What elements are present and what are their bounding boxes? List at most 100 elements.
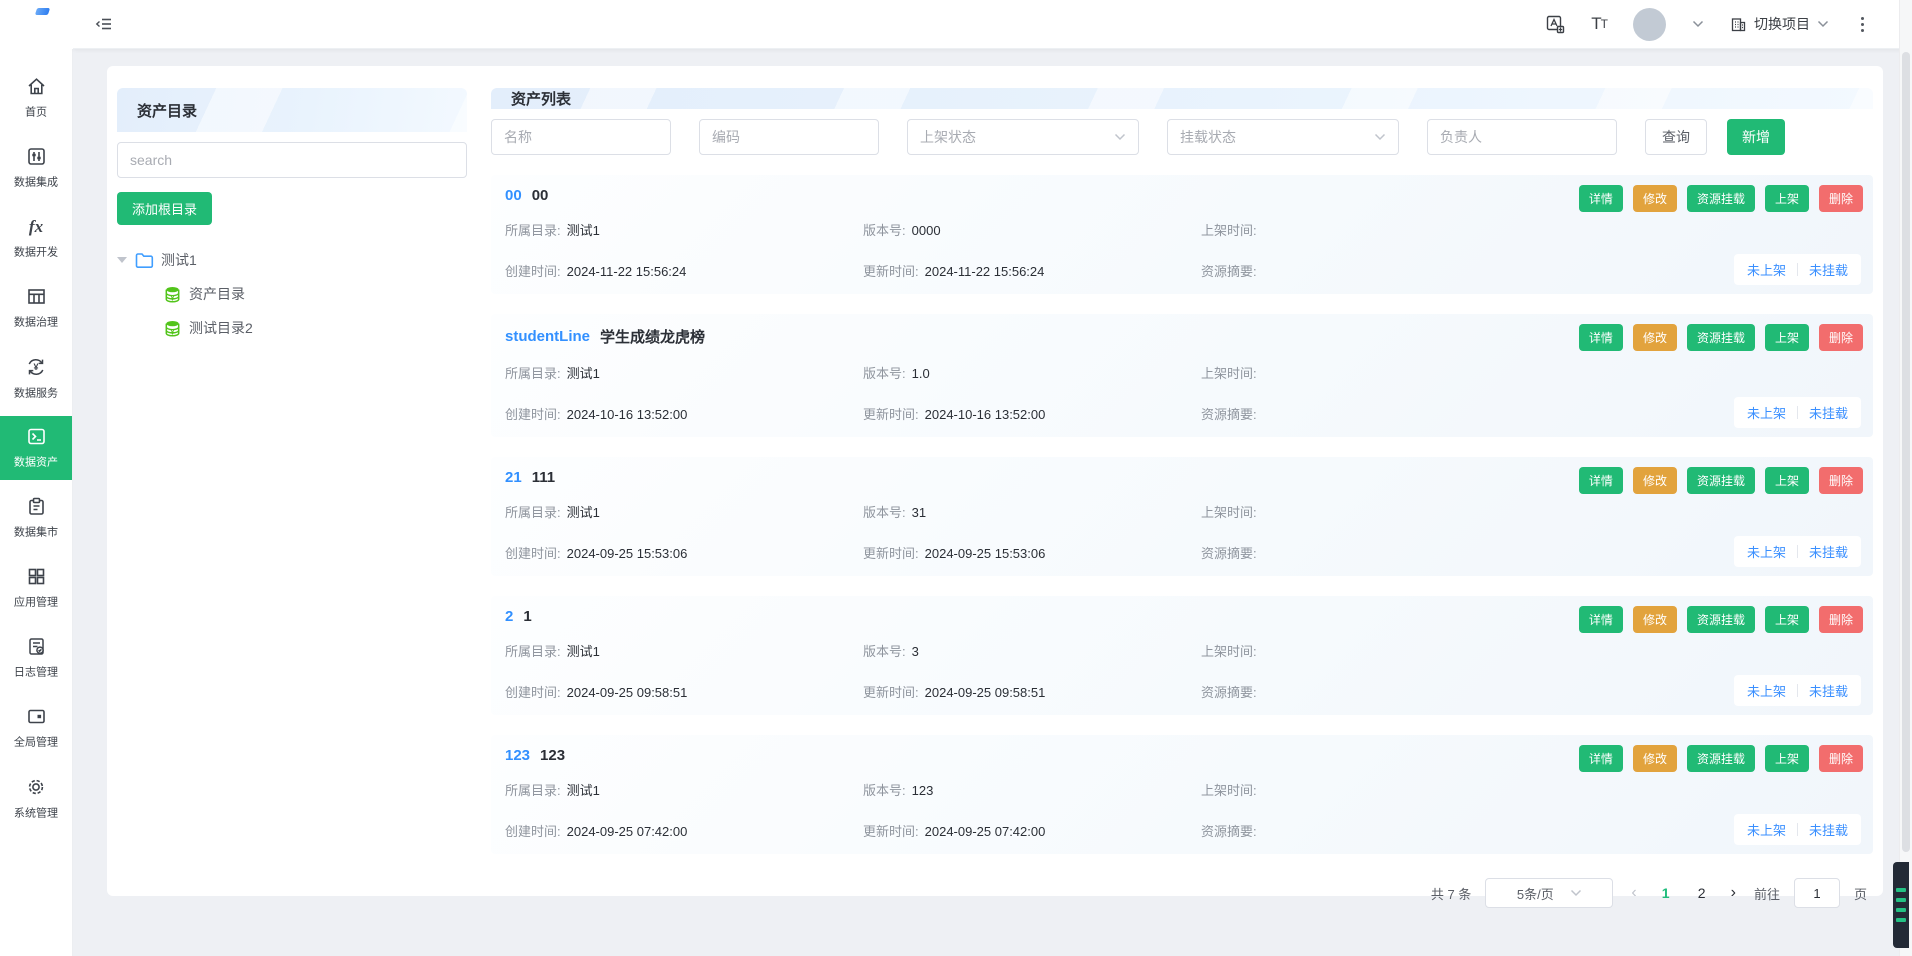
tree-node-child[interactable]: ¥ 资产目录 xyxy=(117,277,467,311)
shelf-button[interactable]: 上架 xyxy=(1765,745,1809,772)
add-root-catalog-button[interactable]: 添加根目录 xyxy=(117,192,212,225)
asset-list-item: 123 123 详情 修改 资源挂载 上架 删除 所属目 xyxy=(491,735,1873,854)
translate-icon[interactable] xyxy=(1546,15,1565,34)
filter-code-input[interactable] xyxy=(699,119,879,155)
tree-node-child[interactable]: ¥ 测试目录2 xyxy=(117,311,467,345)
next-page-icon[interactable]: › xyxy=(1727,884,1740,902)
delete-button[interactable]: 删除 xyxy=(1819,606,1863,633)
field-label: 创建时间: xyxy=(505,821,561,840)
field-label: 资源摘要: xyxy=(1201,821,1257,840)
scrollbar-thumb[interactable] xyxy=(1902,52,1910,852)
detail-button[interactable]: 详情 xyxy=(1579,185,1623,212)
shelf-button[interactable]: 上架 xyxy=(1765,467,1809,494)
sidebar-item-data-assets[interactable]: 数据资产 xyxy=(0,416,72,480)
not-shelved-link[interactable]: 未上架 xyxy=(1747,260,1786,279)
not-shelved-link[interactable]: 未上架 xyxy=(1747,542,1786,561)
not-mounted-link[interactable]: 未挂载 xyxy=(1809,260,1848,279)
shelf-button[interactable]: 上架 xyxy=(1765,185,1809,212)
page-size-select[interactable]: 5条/页 xyxy=(1485,878,1613,908)
asset-code-link[interactable]: studentLine xyxy=(505,328,590,345)
switch-project-label: 切换项目 xyxy=(1754,14,1810,34)
pill-divider xyxy=(1797,823,1798,836)
detail-button[interactable]: 详情 xyxy=(1579,467,1623,494)
resource-mount-button[interactable]: 资源挂载 xyxy=(1687,606,1755,633)
asset-code-link[interactable]: 123 xyxy=(505,747,530,764)
tree-expand-caret-icon[interactable] xyxy=(117,257,127,263)
detail-button[interactable]: 详情 xyxy=(1579,324,1623,351)
resource-mount-button[interactable]: 资源挂载 xyxy=(1687,745,1755,772)
add-asset-button[interactable]: 新增 xyxy=(1727,119,1785,155)
not-mounted-link[interactable]: 未挂载 xyxy=(1809,403,1848,422)
not-shelved-link[interactable]: 未上架 xyxy=(1747,681,1786,700)
catalog-search-input[interactable] xyxy=(117,142,467,178)
filter-name-input[interactable] xyxy=(491,119,671,155)
resource-mount-button[interactable]: 资源挂载 xyxy=(1687,324,1755,351)
sidebar-item-system-management[interactable]: 系统管理 xyxy=(0,763,72,833)
font-size-icon[interactable]: TT xyxy=(1591,14,1607,34)
switch-project-button[interactable]: 切换项目 xyxy=(1730,14,1829,34)
sidebar-item-home[interactable]: 首页 xyxy=(0,63,72,133)
edit-button[interactable]: 修改 xyxy=(1633,606,1677,633)
avatar[interactable] xyxy=(1633,8,1666,41)
asset-code-link[interactable]: 00 xyxy=(505,187,522,204)
more-menu-icon[interactable] xyxy=(1855,15,1870,34)
edit-button[interactable]: 修改 xyxy=(1633,467,1677,494)
detail-button[interactable]: 详情 xyxy=(1579,745,1623,772)
page-number-2[interactable]: 2 xyxy=(1691,885,1713,901)
field-label: 资源摘要: xyxy=(1201,404,1257,423)
page-number-1[interactable]: 1 xyxy=(1655,885,1677,901)
delete-button[interactable]: 删除 xyxy=(1819,467,1863,494)
sidebar-item-app-management[interactable]: 应用管理 xyxy=(0,553,72,623)
edit-button[interactable]: 修改 xyxy=(1633,324,1677,351)
filter-mount-status-select[interactable]: 挂载状态 xyxy=(1167,119,1399,155)
detail-button[interactable]: 详情 xyxy=(1579,606,1623,633)
floating-widget[interactable] xyxy=(1893,862,1909,948)
sidebar-item-data-service[interactable]: ¥ 数据服务 xyxy=(0,343,72,413)
tree-node-root[interactable]: 测试1 xyxy=(117,243,467,277)
sidebar-item-data-governance[interactable]: 数据治理 xyxy=(0,273,72,343)
shelf-button[interactable]: 上架 xyxy=(1765,324,1809,351)
not-shelved-link[interactable]: 未上架 xyxy=(1747,403,1786,422)
field-label: 创建时间: xyxy=(505,682,561,701)
sidebar-item-log-management[interactable]: 日志管理 xyxy=(0,623,72,693)
asset-actions: 详情 修改 资源挂载 上架 删除 xyxy=(1579,324,1863,351)
sidebar-item-data-mart[interactable]: 数据集市 xyxy=(0,483,72,553)
collapse-sidebar-icon[interactable] xyxy=(95,15,113,33)
sidebar-item-data-development[interactable]: fx 数据开发 xyxy=(0,203,72,273)
resource-mount-button[interactable]: 资源挂载 xyxy=(1687,185,1755,212)
vertical-scrollbar[interactable] xyxy=(1899,0,1912,956)
filter-owner-input[interactable] xyxy=(1427,119,1617,155)
field-label: 资源摘要: xyxy=(1201,543,1257,562)
query-button[interactable]: 查询 xyxy=(1645,119,1707,155)
delete-button[interactable]: 删除 xyxy=(1819,185,1863,212)
field-label: 版本号: xyxy=(863,502,906,521)
not-mounted-link[interactable]: 未挂载 xyxy=(1809,542,1848,561)
sidebar-item-data-integration[interactable]: 数据集成 xyxy=(0,133,72,203)
asset-code-link[interactable]: 2 xyxy=(505,608,513,625)
asset-code-link[interactable]: 21 xyxy=(505,469,522,486)
pagination-total: 共 7 条 xyxy=(1431,884,1471,903)
goto-page-input[interactable] xyxy=(1794,878,1840,908)
resource-mount-button[interactable]: 资源挂载 xyxy=(1687,467,1755,494)
field-label: 版本号: xyxy=(863,363,906,382)
sidebar-item-global-management[interactable]: 全局管理 xyxy=(0,693,72,763)
not-mounted-link[interactable]: 未挂载 xyxy=(1809,681,1848,700)
edit-button[interactable]: 修改 xyxy=(1633,185,1677,212)
field-label: 版本号: xyxy=(863,220,906,239)
filter-shelf-status-select[interactable]: 上架状态 xyxy=(907,119,1139,155)
shelf-button[interactable]: 上架 xyxy=(1765,606,1809,633)
tree-node-label: 测试目录2 xyxy=(189,318,253,338)
field-value: 测试1 xyxy=(567,641,600,660)
user-chevron-down-icon[interactable] xyxy=(1692,17,1704,31)
logs-icon xyxy=(26,636,47,657)
prev-page-icon[interactable]: ‹ xyxy=(1627,884,1640,902)
not-mounted-link[interactable]: 未挂载 xyxy=(1809,820,1848,839)
edit-button[interactable]: 修改 xyxy=(1633,745,1677,772)
delete-button[interactable]: 删除 xyxy=(1819,324,1863,351)
field-value: 2024-09-25 15:53:06 xyxy=(567,546,688,561)
apps-icon xyxy=(26,566,47,587)
not-shelved-link[interactable]: 未上架 xyxy=(1747,820,1786,839)
svg-text:¥: ¥ xyxy=(33,362,38,372)
delete-button[interactable]: 删除 xyxy=(1819,745,1863,772)
asset-actions: 详情 修改 资源挂载 上架 删除 xyxy=(1579,606,1863,633)
